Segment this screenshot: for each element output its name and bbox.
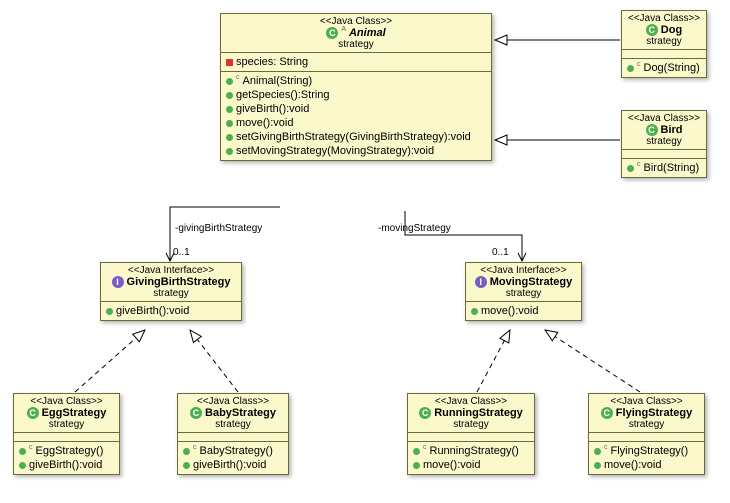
- class-baby[interactable]: <<Java Class>> CBabyStrategy strategy cB…: [177, 393, 289, 475]
- method: setMovingStrategy(MovingStrategy):void: [226, 144, 486, 158]
- class-animal[interactable]: <<Java Class>> CAAnimal strategy species…: [220, 13, 492, 161]
- public-icon: [226, 78, 233, 85]
- method: giveBirth():void: [106, 304, 236, 318]
- public-icon: [183, 462, 190, 469]
- attr: species: String: [226, 55, 486, 69]
- assoc-ms-role: -movingStrategy: [378, 223, 451, 234]
- stereotype: <<Java Class>>: [226, 16, 486, 27]
- class-icon: C: [27, 407, 39, 419]
- class-icon: C: [419, 407, 431, 419]
- class-dog[interactable]: <<Java Class>> CDog strategy cDog(String…: [621, 10, 707, 78]
- class-running[interactable]: <<Java Class>> CRunningStrategy strategy…: [407, 393, 535, 475]
- interface-ms[interactable]: <<Java Interface>> IMovingStrategy strat…: [465, 262, 582, 321]
- method: cBabyStrategy(): [183, 444, 283, 458]
- class-icon: C: [326, 27, 338, 39]
- private-icon: [226, 59, 233, 66]
- public-icon: [19, 462, 26, 469]
- method: cRunningStrategy(): [413, 444, 529, 458]
- method: cEggStrategy(): [19, 444, 114, 458]
- method: setGivingBirthStrategy(GivingBirthStrate…: [226, 130, 486, 144]
- class-icon: C: [646, 24, 658, 36]
- method: move():void: [226, 116, 486, 130]
- class-egg[interactable]: <<Java Class>> CEggStrategy strategy cEg…: [13, 393, 120, 475]
- interface-icon: I: [475, 276, 487, 288]
- method: giveBirth():void: [183, 458, 283, 472]
- public-icon: [594, 462, 601, 469]
- interface-icon: I: [112, 276, 124, 288]
- public-icon: [226, 134, 233, 141]
- interface-gbs[interactable]: <<Java Interface>> IGivingBirthStrategy …: [100, 262, 242, 321]
- public-icon: [226, 148, 233, 155]
- public-icon: [226, 106, 233, 113]
- assoc-gbs-mult: 0..1: [173, 247, 190, 258]
- public-icon: [226, 92, 233, 99]
- method: move():void: [594, 458, 699, 472]
- public-icon: [413, 448, 420, 455]
- class-icon: C: [646, 124, 658, 136]
- public-icon: [19, 448, 26, 455]
- public-icon: [226, 120, 233, 127]
- public-icon: [627, 165, 634, 172]
- public-icon: [183, 448, 190, 455]
- class-bird[interactable]: <<Java Class>> CBird strategy cBird(Stri…: [621, 110, 707, 178]
- class-flying[interactable]: <<Java Class>> CFlyingStrategy strategy …: [588, 393, 705, 475]
- method: cBird(String): [627, 161, 701, 175]
- class-icon: C: [190, 407, 202, 419]
- public-icon: [627, 65, 634, 72]
- method: cFlyingStrategy(): [594, 444, 699, 458]
- public-icon: [594, 448, 601, 455]
- method: getSpecies():String: [226, 88, 486, 102]
- method: cDog(String): [627, 61, 701, 75]
- method: move():void: [471, 304, 576, 318]
- class-name: Animal: [349, 27, 386, 39]
- method: giveBirth():void: [19, 458, 114, 472]
- assoc-ms-mult: 0..1: [492, 247, 509, 258]
- method: giveBirth():void: [226, 102, 486, 116]
- method: move():void: [413, 458, 529, 472]
- method: cAnimal(String): [226, 74, 486, 88]
- public-icon: [413, 462, 420, 469]
- public-icon: [471, 308, 478, 315]
- class-icon: C: [601, 407, 613, 419]
- assoc-gbs-role: -givingBirthStrategy: [175, 223, 262, 234]
- package-label: strategy: [226, 39, 486, 50]
- public-icon: [106, 308, 113, 315]
